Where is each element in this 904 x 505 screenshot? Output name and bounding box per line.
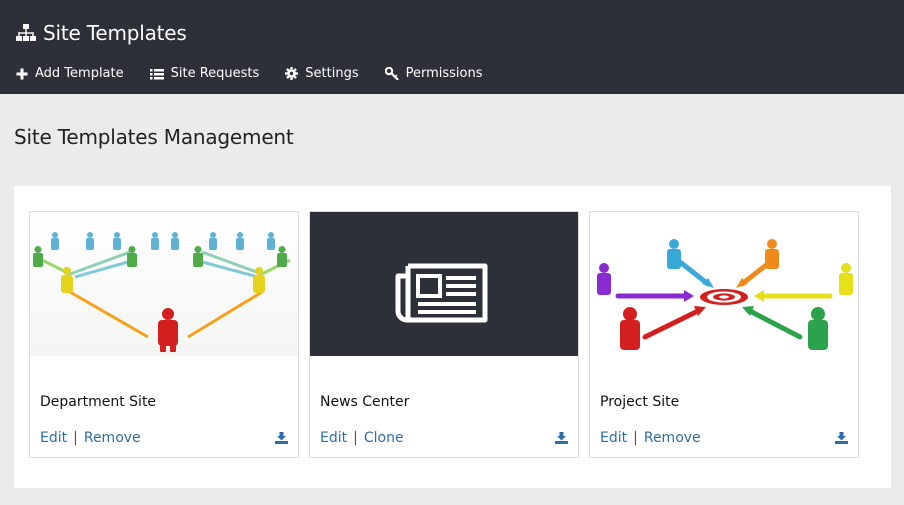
nav-add-template[interactable]: Add Template (16, 66, 124, 81)
edit-link[interactable]: Edit (600, 430, 627, 446)
news-thumbnail (310, 212, 578, 356)
download-icon[interactable] (275, 432, 288, 444)
hierarchy-people-image (30, 212, 298, 356)
edit-link[interactable]: Edit (320, 430, 347, 446)
edit-link[interactable]: Edit (40, 430, 67, 446)
card-title: Department Site (40, 394, 157, 410)
nav-settings[interactable]: Settings (285, 66, 359, 81)
list-icon (149, 68, 164, 79)
action-separator: | (633, 430, 638, 446)
gear-icon (285, 67, 299, 80)
template-card-news-center: News Center Edit | Clone (309, 211, 579, 458)
template-card-project-site: Project Site Edit | Remove (589, 211, 859, 458)
card-title: Project Site (600, 394, 680, 410)
card-title: News Center (320, 394, 410, 410)
nav-add-template-label: Add Template (35, 66, 124, 81)
action-separator: | (73, 430, 78, 446)
remove-link[interactable]: Remove (84, 430, 141, 446)
template-card-department-site: Department Site Edit | Remove (29, 211, 299, 458)
sitemap-icon (16, 24, 36, 41)
nav-permissions-label: Permissions (405, 66, 483, 81)
clone-link[interactable]: Clone (364, 430, 404, 446)
newspaper-icon (395, 263, 488, 323)
remove-link[interactable]: Remove (644, 430, 701, 446)
card-actions: Edit | Remove (600, 430, 701, 446)
key-icon (384, 67, 399, 80)
page-title: Site Templates Management (14, 125, 294, 149)
top-nav: Add Template Site Requests Settings Perm… (16, 66, 509, 81)
card-actions: Edit | Remove (40, 430, 141, 446)
target-arrows-image (590, 212, 858, 356)
nav-site-requests[interactable]: Site Requests (149, 66, 260, 81)
download-icon[interactable] (835, 432, 848, 444)
nav-site-requests-label: Site Requests (170, 66, 260, 81)
nav-permissions[interactable]: Permissions (384, 66, 483, 81)
plus-icon (16, 68, 28, 79)
action-separator: | (353, 430, 358, 446)
nav-settings-label: Settings (305, 66, 359, 81)
app-title[interactable]: Site Templates (16, 21, 187, 45)
top-header: Site Templates Add Template Site Request… (0, 0, 904, 94)
download-icon[interactable] (555, 432, 568, 444)
card-actions: Edit | Clone (320, 430, 404, 446)
templates-panel: Department Site Edit | Remove News Cente… (14, 186, 891, 488)
app-title-text: Site Templates (43, 21, 187, 45)
